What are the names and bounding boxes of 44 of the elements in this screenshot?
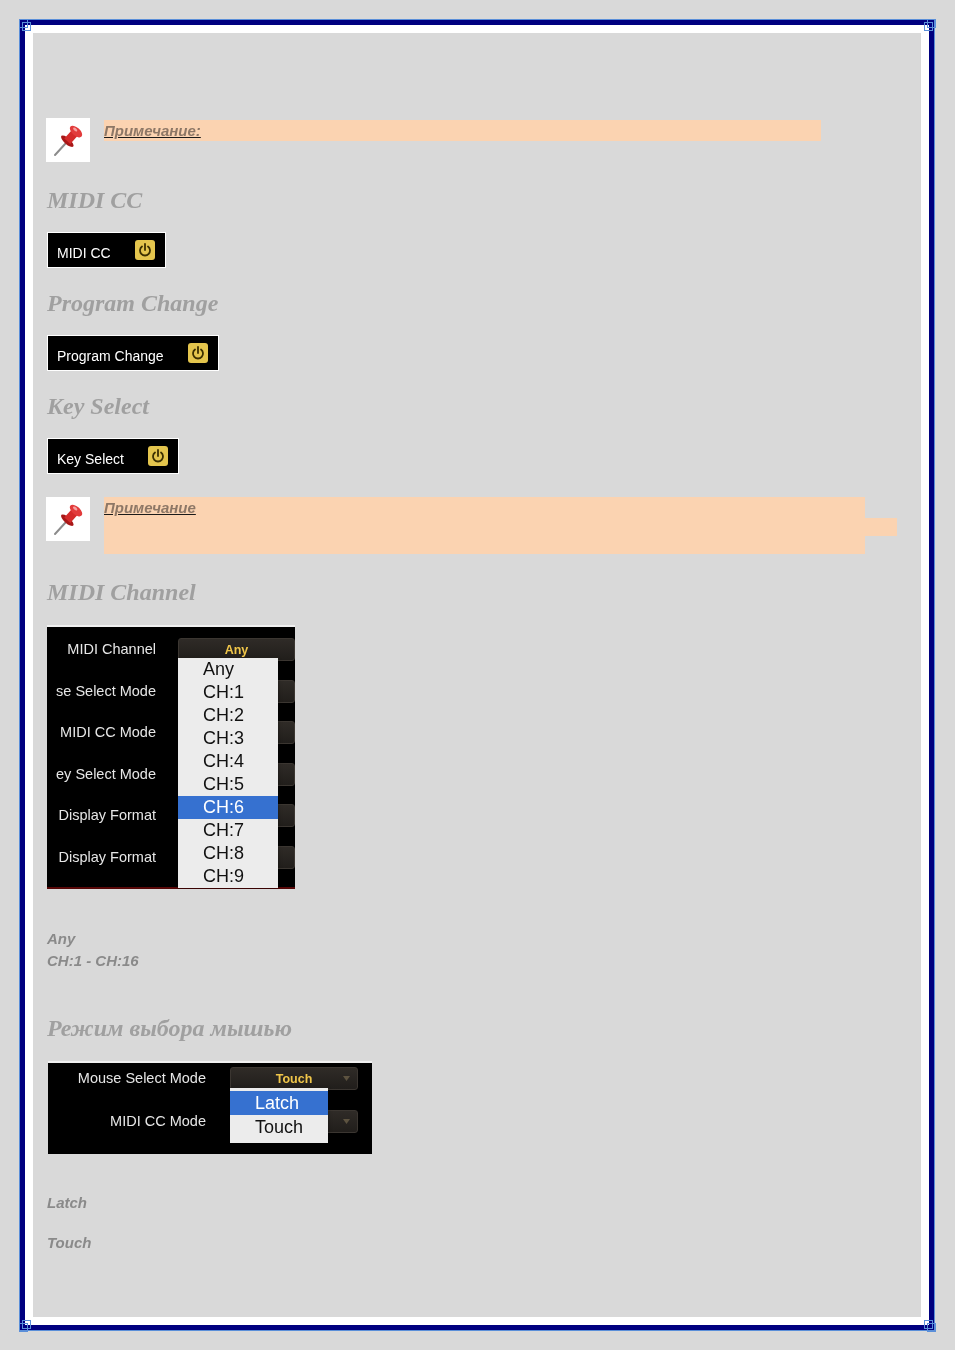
- menu-item[interactable]: CH:6: [178, 796, 278, 819]
- setting-label: se Select Mode: [55, 681, 157, 701]
- section-heading: MIDI Channel: [47, 578, 196, 606]
- setting-label: MIDI CC Mode: [109, 1112, 207, 1131]
- dropdown-field[interactable]: Touch: [230, 1067, 358, 1090]
- dropdown-arrow-icon: [343, 1119, 350, 1124]
- power-icon: [187, 343, 208, 363]
- corner-ornament-icon: [923, 1319, 936, 1332]
- menu-item[interactable]: CH:7: [178, 819, 278, 842]
- setting-label: Mouse Select Mode: [76, 1069, 207, 1088]
- pushpin-icon: [46, 497, 90, 541]
- setting-label: Display Format: [57, 806, 157, 825]
- menu-item[interactable]: CH:3: [178, 727, 278, 750]
- menu-item[interactable]: CH:1: [178, 681, 278, 704]
- value-text: Touch: [47, 1233, 92, 1253]
- power-icon: [147, 446, 168, 466]
- menu-item[interactable]: CH:4: [178, 750, 278, 773]
- setting-label: MIDI Channel: [66, 640, 157, 659]
- menu-item[interactable]: CH:5: [178, 773, 278, 796]
- menu-item[interactable]: CH:8: [178, 842, 278, 865]
- value-text: Any: [47, 929, 76, 949]
- section-heading: Key Select: [47, 392, 149, 420]
- dropdown-arrow-icon: [343, 1076, 350, 1081]
- menu-item[interactable]: Latch: [230, 1091, 328, 1115]
- corner-ornament-icon: [923, 19, 936, 32]
- setting-label: MIDI CC Mode: [59, 723, 157, 742]
- toggle-button[interactable]: Key Select: [47, 438, 179, 474]
- menu-item[interactable]: Touch: [230, 1115, 328, 1139]
- section-heading: Режим выбора мышью: [47, 1014, 293, 1042]
- toggle-button[interactable]: Program Change: [47, 335, 219, 371]
- menu-item[interactable]: Any: [178, 658, 278, 681]
- setting-label: Display Format: [57, 847, 157, 867]
- toggle-button[interactable]: MIDI CC: [47, 232, 166, 268]
- pushpin-icon: [46, 118, 90, 162]
- section-heading: Program Change: [47, 289, 219, 317]
- corner-ornament-icon: [19, 19, 32, 32]
- setting-label: ey Select Mode: [55, 764, 157, 784]
- section-heading: MIDI CC: [47, 186, 143, 214]
- menu-item[interactable]: CH:9: [178, 865, 278, 888]
- value-text: CH:1 - CH:16: [47, 951, 139, 971]
- menu-item[interactable]: CH:2: [178, 704, 278, 727]
- corner-ornament-icon: [19, 1319, 32, 1332]
- value-text: Latch: [47, 1193, 87, 1213]
- power-icon: [134, 240, 155, 260]
